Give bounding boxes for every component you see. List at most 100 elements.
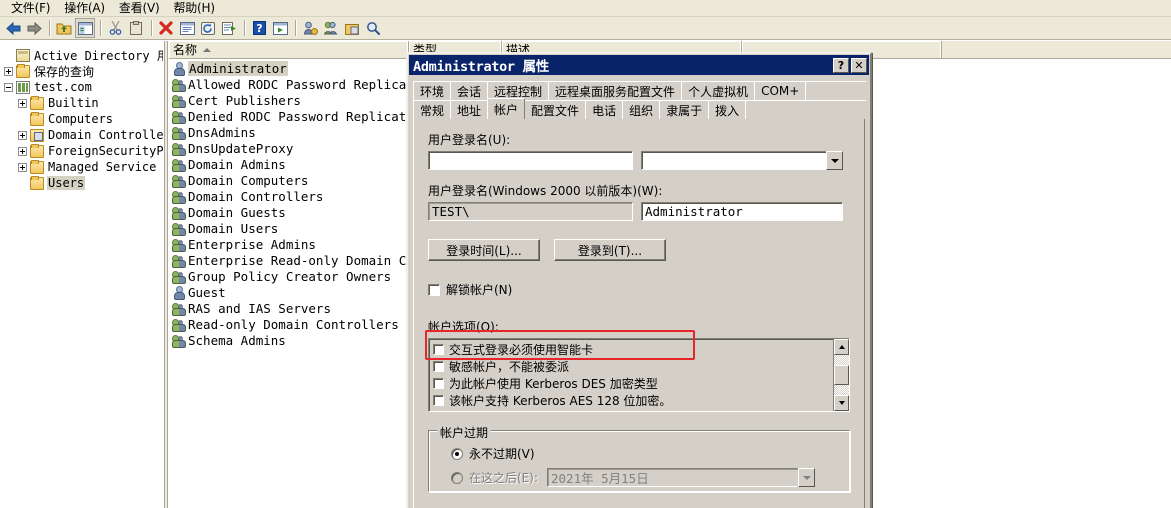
copy-icon[interactable] (126, 18, 146, 38)
console-icon (16, 48, 30, 62)
export-list-icon[interactable] (219, 18, 239, 38)
tab-label: COM+ (761, 84, 800, 98)
delete-icon[interactable] (156, 18, 176, 38)
list-item-name: Enterprise Admins (188, 236, 316, 252)
tree-node[interactable]: Managed Service (4, 159, 163, 175)
help-icon[interactable]: ? (249, 18, 269, 38)
back-icon[interactable] (3, 18, 23, 38)
show-tree-icon[interactable] (75, 18, 95, 38)
tree-node[interactable]: 保存的查询 (4, 63, 163, 79)
expand-icon[interactable] (18, 130, 27, 140)
logon-hours-button[interactable]: 登录时间(L)... (428, 239, 540, 261)
account-options-scrollbar[interactable] (833, 339, 849, 411)
list-item-name: Enterprise Read-only Domain Co... (188, 252, 437, 268)
account-option-checkbox[interactable] (433, 395, 444, 406)
tab-拨入[interactable]: 拨入 (708, 100, 747, 119)
forward-icon[interactable] (24, 18, 44, 38)
account-option-row[interactable]: 该帐户支持 Kerberos AES 128 位加密。 (433, 392, 833, 409)
tree-node[interactable]: Builtin (4, 95, 163, 111)
tab-隶属于[interactable]: 隶属于 (659, 100, 710, 119)
scroll-up-icon[interactable] (834, 339, 849, 355)
console-tree-pane[interactable]: Active Directory 用户保存的查询test.com Builtin C… (0, 41, 164, 508)
tab-会话[interactable]: 会话 (450, 81, 489, 100)
find-icon[interactable] (363, 18, 383, 38)
logon-to-button[interactable]: 登录到(T)... (554, 239, 666, 261)
account-option-row[interactable]: 敏感帐户，不能被委派 (433, 358, 833, 375)
logon-name-input[interactable] (428, 151, 633, 170)
collapse-icon[interactable] (4, 82, 13, 92)
pre2000-name-input[interactable]: Administrator (641, 202, 843, 221)
tab-远程桌面服务配置文件[interactable]: 远程桌面服务配置文件 (548, 81, 683, 100)
pre2000-label: 用户登录名(Windows 2000 以前版本)(W): (428, 184, 663, 198)
expiry-chevron-down-icon[interactable] (798, 468, 815, 487)
expand-icon[interactable] (18, 162, 27, 172)
tab-COM+[interactable]: COM+ (754, 81, 807, 100)
tree-node[interactable]: test.com (4, 79, 163, 95)
never-expires-row[interactable]: 永不过期(V) (451, 445, 839, 462)
tab-帐户[interactable]: 帐户 (487, 98, 526, 119)
new-ou-icon[interactable] (342, 18, 362, 38)
tab-常规[interactable]: 常规 (413, 100, 452, 119)
menu-help[interactable]: 帮助(H) (166, 0, 221, 18)
chevron-down-icon[interactable] (826, 151, 843, 170)
tree-node[interactable]: Active Directory 用户 (4, 47, 163, 63)
tab-地址[interactable]: 地址 (450, 100, 489, 119)
tab-电话[interactable]: 电话 (585, 100, 624, 119)
scroll-down-icon[interactable] (834, 395, 849, 411)
upn-suffix-combo[interactable] (641, 151, 843, 170)
expand-icon[interactable] (18, 98, 27, 108)
menu-file[interactable]: 文件(F) (4, 0, 57, 18)
folder-icon (30, 159, 44, 174)
toolbar-separator-2 (100, 20, 101, 36)
refresh-icon[interactable] (198, 18, 218, 38)
expiry-date-combo[interactable]: 2021年 5月15日 (547, 468, 815, 487)
group-icon (172, 254, 186, 268)
menu-action[interactable]: 操作(A) (57, 0, 112, 18)
new-group-icon[interactable] (321, 18, 341, 38)
end-of-row[interactable]: 在这之后(E): 2021年 5月15日 (451, 468, 839, 487)
list-item-name: Guest (188, 284, 226, 300)
cut-icon[interactable] (105, 18, 125, 38)
menu-bar: 文件(F) 操作(A) 查看(V) 帮助(H) (0, 0, 1171, 17)
scroll-thumb[interactable] (834, 365, 849, 385)
scroll-track-lower[interactable] (834, 385, 849, 395)
expiry-date-value[interactable]: 2021年 5月15日 (547, 468, 798, 487)
tree-node[interactable]: ForeignSecurityP (4, 143, 163, 159)
dialog-title-bar[interactable]: Administrator 属性 ? ✕ (409, 55, 869, 75)
account-option-checkbox[interactable] (433, 378, 444, 389)
tree-node-label: test.com (34, 80, 92, 94)
upn-suffix-value[interactable] (641, 151, 826, 170)
end-of-radio[interactable] (451, 471, 463, 484)
account-option-row[interactable]: 交互式登录必须使用智能卡 (433, 341, 833, 358)
scroll-track-upper[interactable] (834, 355, 849, 365)
tab-配置文件[interactable]: 配置文件 (524, 100, 587, 119)
unlock-account-row[interactable]: 解锁帐户(N) (428, 281, 850, 298)
menu-view[interactable]: 查看(V) (112, 0, 167, 18)
group-icon (172, 78, 186, 92)
never-expires-radio[interactable] (451, 447, 463, 460)
tree-node[interactable]: Domain Controlle (4, 127, 163, 143)
expand-icon[interactable] (18, 146, 27, 156)
close-button[interactable]: ✕ (851, 57, 867, 73)
unlock-account-checkbox[interactable] (428, 283, 440, 296)
tab-row-1: 环境 会话 远程控制 远程桌面服务配置文件 个人虚拟机 COM+ (413, 81, 866, 100)
account-options-listbox[interactable]: 交互式登录必须使用智能卡 敏感帐户，不能被委派 为此帐户使用 Kerberos DE… (428, 338, 850, 412)
up-folder-icon[interactable] (54, 18, 74, 38)
tab-组织[interactable]: 组织 (622, 100, 661, 119)
tree-node[interactable]: Users (4, 175, 163, 191)
new-user-icon[interactable] (300, 18, 320, 38)
expand-icon[interactable] (4, 66, 13, 76)
toolbar: ? (0, 17, 1171, 40)
list-column-header[interactable]: 名称 (169, 41, 409, 58)
pane-splitter[interactable] (164, 41, 168, 508)
account-option-checkbox[interactable] (433, 344, 444, 355)
tree-node[interactable]: Computers (4, 111, 163, 127)
help-button[interactable]: ? (833, 57, 849, 73)
tab-环境[interactable]: 环境 (413, 81, 452, 100)
tab-个人虚拟机[interactable]: 个人虚拟机 (681, 81, 756, 100)
properties-icon[interactable] (177, 18, 197, 38)
tree-node-label: 保存的查询 (34, 64, 95, 79)
run-icon[interactable] (270, 18, 290, 38)
account-option-checkbox[interactable] (433, 361, 444, 372)
account-option-row[interactable]: 为此帐户使用 Kerberos DES 加密类型 (433, 375, 833, 392)
